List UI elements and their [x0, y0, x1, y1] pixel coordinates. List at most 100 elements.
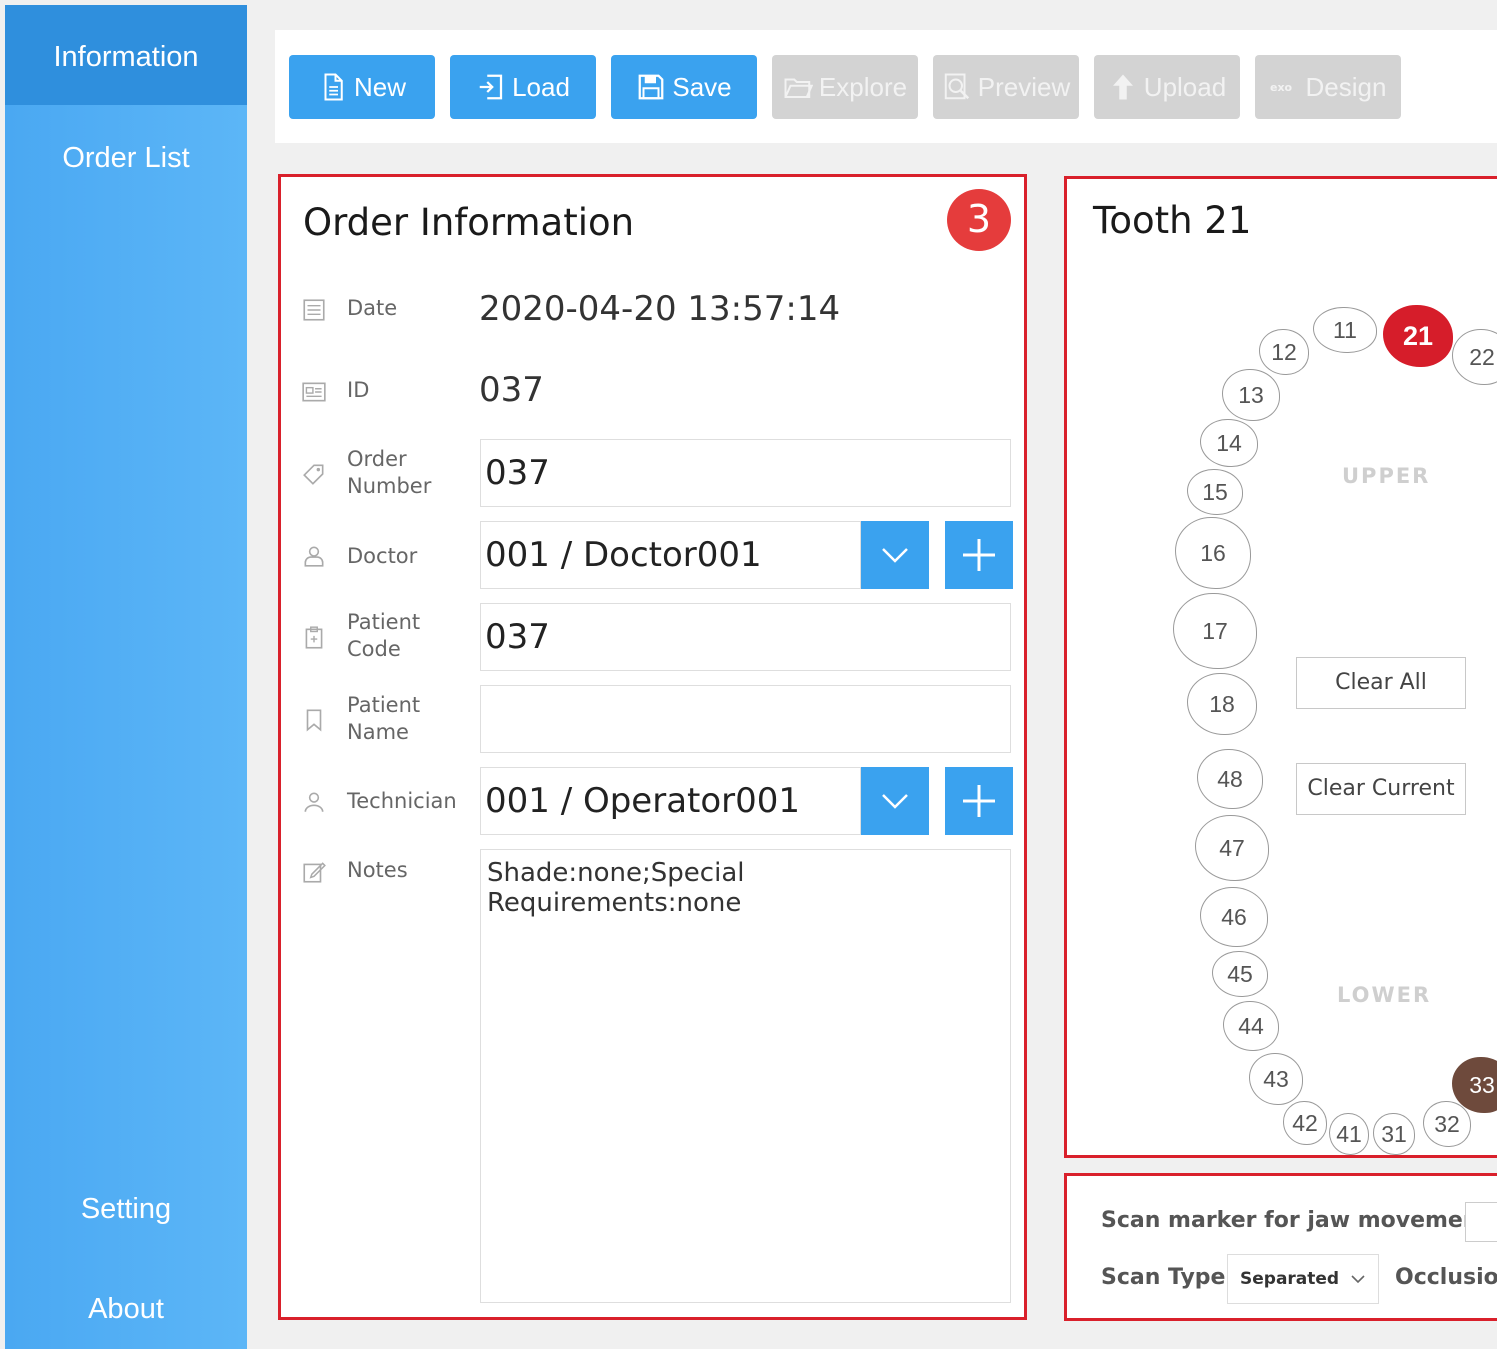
- scan-settings-panel: Scan marker for jaw movement Scan Type S…: [1064, 1173, 1497, 1321]
- folder-icon: [784, 78, 813, 98]
- clear-current-button[interactable]: Clear Current: [1296, 763, 1466, 815]
- clipboard-icon: [305, 626, 323, 649]
- upper-jaw-label: UPPER: [1342, 464, 1431, 488]
- new-button-label: New: [353, 71, 406, 102]
- nav-information[interactable]: Information: [5, 5, 247, 105]
- technician-select[interactable]: 001 / Operator001: [480, 767, 861, 835]
- tooth-42[interactable]: 42: [1283, 1101, 1327, 1145]
- order-number-field[interactable]: 037: [480, 439, 1011, 507]
- patient-code-label-line1: Patient: [347, 610, 421, 634]
- tooth-21-selected[interactable]: 21: [1383, 305, 1453, 367]
- upload-arrow-icon: [1112, 74, 1133, 100]
- tag-icon: [303, 464, 324, 485]
- new-button[interactable]: New: [289, 55, 435, 119]
- tooth-43[interactable]: 43: [1249, 1053, 1303, 1105]
- tooth-44[interactable]: 44: [1223, 1001, 1279, 1051]
- chevron-down-icon: [1351, 1275, 1365, 1284]
- scan-marker-label: Scan marker for jaw movement: [1101, 1208, 1490, 1233]
- patient-code-label-line2: Code: [347, 637, 401, 661]
- plus-icon: [963, 785, 995, 817]
- load-button-label: Load: [512, 71, 570, 102]
- tooth-17[interactable]: 17: [1173, 593, 1257, 669]
- tooth-14[interactable]: 14: [1200, 419, 1258, 467]
- load-button[interactable]: Load: [450, 55, 596, 119]
- patient-code-field[interactable]: 037: [480, 603, 1011, 671]
- notes-label: Notes: [347, 858, 408, 882]
- upload-button[interactable]: Upload: [1094, 55, 1240, 119]
- technician-dropdown-button[interactable]: [861, 767, 929, 835]
- doctor-select[interactable]: 001 / Doctor001: [480, 521, 861, 589]
- scan-type-label: Scan Type: [1101, 1265, 1226, 1290]
- panel-title: Order Information: [303, 201, 635, 244]
- save-button-label: Save: [672, 71, 732, 102]
- preview-icon: [944, 73, 969, 100]
- nav-order-list[interactable]: Order List: [5, 105, 247, 210]
- tooth-13[interactable]: 13: [1222, 369, 1280, 421]
- tooth-12[interactable]: 12: [1259, 329, 1309, 375]
- save-button[interactable]: Save: [611, 55, 757, 119]
- patient-name-label-line1: Patient: [347, 693, 421, 717]
- tooth-18[interactable]: 18: [1187, 673, 1257, 735]
- explore-button-label: Explore: [818, 71, 908, 102]
- id-value: 037: [479, 370, 544, 410]
- preview-button[interactable]: Preview: [933, 55, 1079, 119]
- scan-type-value: Separated: [1240, 1269, 1340, 1289]
- tooth-32[interactable]: 32: [1423, 1101, 1471, 1147]
- bookmark-icon: [306, 709, 322, 732]
- chevron-down-icon: [882, 548, 908, 563]
- preview-button-label: Preview: [977, 71, 1071, 102]
- clear-all-button[interactable]: Clear All: [1296, 657, 1466, 709]
- order-information-panel: Order Information 3 Date 2020-04-20 13:5…: [278, 174, 1027, 1320]
- technician-icon: [304, 792, 324, 812]
- design-logo-icon: exo: [1270, 81, 1293, 94]
- calendar-icon: [303, 299, 325, 321]
- tooth-45[interactable]: 45: [1212, 951, 1268, 997]
- nav-setting[interactable]: Setting: [5, 1181, 247, 1237]
- load-icon: [479, 74, 503, 100]
- chevron-down-icon: [882, 794, 908, 809]
- lower-jaw-label: LOWER: [1337, 983, 1432, 1007]
- doctor-dropdown-button[interactable]: [861, 521, 929, 589]
- plus-icon: [963, 539, 995, 571]
- date-value: 2020-04-20 13:57:14: [479, 289, 841, 329]
- tooth-chart-panel: Tooth 21 11 12 13 14 15 16 17 18 21 22 U…: [1064, 176, 1497, 1158]
- save-icon: [638, 74, 664, 100]
- tooth-46[interactable]: 46: [1200, 887, 1268, 947]
- technician-label: Technician: [347, 789, 457, 813]
- design-button[interactable]: exo Design: [1255, 55, 1401, 119]
- nav-about[interactable]: About: [5, 1281, 247, 1337]
- edit-icon: [303, 862, 326, 883]
- tooth-16[interactable]: 16: [1175, 517, 1251, 589]
- tooth-47[interactable]: 47: [1195, 815, 1269, 881]
- tooth-48[interactable]: 48: [1197, 749, 1263, 809]
- patient-name-label-line2: Name: [347, 720, 409, 744]
- id-label: ID: [347, 378, 370, 402]
- doctor-icon: [304, 546, 324, 567]
- tooth-title: Tooth 21: [1093, 199, 1252, 242]
- scan-marker-checkbox[interactable]: [1465, 1202, 1497, 1242]
- explore-button[interactable]: Explore: [772, 55, 918, 119]
- upload-button-label: Upload: [1143, 71, 1227, 102]
- tooth-15[interactable]: 15: [1187, 469, 1243, 515]
- tooth-31[interactable]: 31: [1373, 1113, 1415, 1155]
- patient-code-label: Patient Code: [347, 609, 420, 663]
- new-file-icon: [324, 73, 343, 101]
- order-number-label-line1: Order: [347, 447, 407, 471]
- order-number-label: Order Number: [347, 446, 431, 500]
- sidebar: Information Order List Setting About: [5, 5, 247, 1349]
- notes-textarea[interactable]: Shade:none;Special Requirements:none: [480, 849, 1011, 1303]
- step-badge: 3: [947, 189, 1011, 251]
- design-button-label: Design: [1305, 71, 1387, 102]
- scan-type-select[interactable]: Separated: [1227, 1254, 1379, 1304]
- tooth-11[interactable]: 11: [1313, 307, 1377, 353]
- patient-name-field[interactable]: [480, 685, 1011, 753]
- add-technician-button[interactable]: [945, 767, 1013, 835]
- patient-name-label: Patient Name: [347, 692, 420, 746]
- add-doctor-button[interactable]: [945, 521, 1013, 589]
- svg-text:exo: exo: [1270, 81, 1293, 94]
- date-label: Date: [347, 296, 398, 320]
- order-number-label-line2: Number: [347, 474, 432, 498]
- id-card-icon: [302, 382, 326, 402]
- tooth-22[interactable]: 22: [1452, 329, 1497, 385]
- tooth-41[interactable]: 41: [1329, 1113, 1369, 1155]
